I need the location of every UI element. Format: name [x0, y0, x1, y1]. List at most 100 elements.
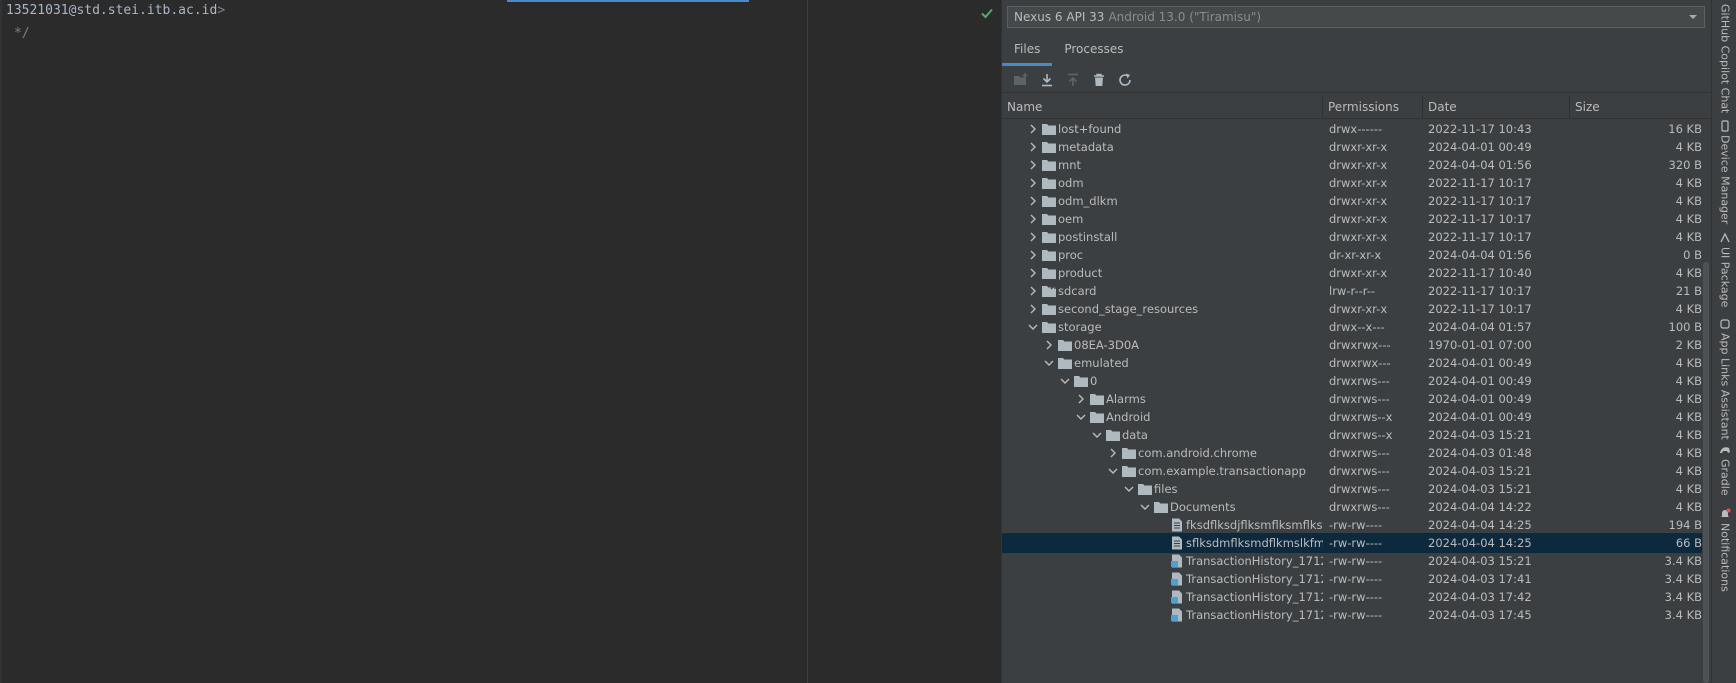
chevron-down-icon[interactable]: [1060, 375, 1070, 387]
code-line-email[interactable]: 13521031@std.stei.itb.ac.id>: [6, 3, 225, 18]
file-name: sdcard: [1058, 284, 1097, 298]
file-row[interactable]: odm_dlkm drwxr-xr-x 2022-11-17 10:17 4 KB: [1002, 191, 1702, 211]
strip-label: Device Manager: [1718, 135, 1732, 225]
download-icon: [1042, 74, 1052, 87]
file-row[interactable]: lost+found drwx------ 2022-11-17 10:43 16 K…: [1002, 119, 1702, 139]
column-header-permissions[interactable]: Permissions: [1323, 96, 1423, 118]
delete-icon: [1094, 73, 1104, 86]
chevron-right-icon[interactable]: [1076, 393, 1086, 405]
chevron-right-icon[interactable]: [1028, 159, 1038, 171]
file-row[interactable]: com.android.chrome drwxrws--- 2024-04-03 0…: [1002, 443, 1702, 463]
device-selector-dropdown[interactable]: Nexus 6 API 33 Android 13.0 ("Tiramisu"): [1007, 6, 1705, 28]
chevron-right-icon[interactable]: [1028, 195, 1038, 207]
file-row[interactable]: TransactionHistory_17121324 -rw-rw---- 202…: [1002, 551, 1702, 571]
column-header-date[interactable]: Date: [1423, 96, 1570, 118]
delete-button[interactable]: [1086, 69, 1112, 91]
file-date: 2024-04-01 00:49: [1428, 410, 1532, 424]
new-folder-button[interactable]: [1008, 69, 1034, 91]
chevron-right-icon[interactable]: [1028, 231, 1038, 243]
file-row[interactable]: 08EA-3D0A drwxrwx--- 1970-01-01 07:00 2 KB: [1002, 335, 1702, 355]
file-permissions: lrw-r--r--: [1329, 284, 1376, 298]
tab-files[interactable]: Files: [1002, 36, 1053, 66]
tab-processes[interactable]: Processes: [1052, 36, 1135, 66]
file-row[interactable]: emulated drwxrwx--- 2024-04-01 00:49 4 KB: [1002, 353, 1702, 373]
file-row[interactable]: Alarms drwxrws--- 2024-04-01 00:49 4 KB: [1002, 389, 1702, 409]
file-row[interactable]: second_stage_resources drwxr-xr-x 2022-11-…: [1002, 299, 1702, 319]
file-size: 4 KB: [1675, 392, 1702, 406]
file-size: 66 B: [1675, 536, 1702, 550]
refresh-button[interactable]: [1112, 69, 1138, 91]
file-row[interactable]: mnt drwxr-xr-x 2024-04-04 01:56 320 B: [1002, 155, 1702, 175]
file-size: 4 KB: [1675, 446, 1702, 460]
app-links-assistant-tab[interactable]: App Links Assistant: [1716, 318, 1734, 440]
notifications-tab[interactable]: Notifications: [1716, 508, 1734, 592]
chevron-right-icon[interactable]: [1028, 303, 1038, 315]
chevron-down-icon[interactable]: [1092, 429, 1102, 441]
column-header-name[interactable]: Name: [1002, 96, 1323, 118]
chevron-right-icon[interactable]: [1028, 141, 1038, 153]
file-name: second_stage_resources: [1058, 302, 1199, 316]
file-row[interactable]: TransactionHistory_17121411 -rw-rw---- 202…: [1002, 605, 1702, 625]
file-name: sflksdmflksmdflkmslkfmlksd: [1186, 536, 1323, 550]
chevron-right-icon[interactable]: [1028, 123, 1038, 135]
file-row[interactable]: product drwxr-xr-x 2022-11-17 10:40 4 KB: [1002, 263, 1702, 283]
file-permissions: drwxrws---: [1329, 482, 1390, 496]
chevron-right-icon[interactable]: [1108, 447, 1118, 459]
file-row[interactable]: metadata drwxr-xr-x 2024-04-01 00:49 4 KB: [1002, 137, 1702, 157]
gradle-tab[interactable]: Gradle: [1716, 444, 1734, 496]
chevron-down-icon[interactable]: [1108, 465, 1118, 477]
chevron-right-icon[interactable]: [1028, 285, 1038, 297]
file-date: 2024-04-03 17:42: [1428, 590, 1532, 604]
checkmark-icon[interactable]: [979, 5, 995, 21]
chevron-down-icon[interactable]: [1140, 501, 1150, 513]
file-row[interactable]: odm drwxr-xr-x 2022-11-17 10:17 4 KB: [1002, 173, 1702, 193]
chevron-right-icon[interactable]: [1028, 177, 1038, 189]
file-name: postinstall: [1058, 230, 1118, 244]
code-bracket: >: [217, 3, 226, 18]
folder-icon: [1122, 448, 1136, 459]
file-row[interactable]: files drwxrws--- 2024-04-03 15:21 4 KB: [1002, 479, 1702, 499]
chevron-down-icon[interactable]: [1028, 321, 1038, 333]
chevron-right-icon[interactable]: [1028, 213, 1038, 225]
file-size: 194 B: [1668, 518, 1703, 532]
file-row[interactable]: sdcard lrw-r--r-- 2022-11-17 10:17 21 B: [1002, 281, 1702, 301]
file-row[interactable]: com.example.transactionapp drwxrws--- 2024…: [1002, 461, 1702, 481]
chevron-right-icon[interactable]: [1028, 249, 1038, 261]
chevron-right-icon[interactable]: [1044, 339, 1054, 351]
file-row[interactable]: sflksdmflksmdflkmslkfmlksd -rw-rw---- 2024…: [1002, 533, 1702, 553]
file-size: 0 B: [1683, 248, 1702, 262]
file-row[interactable]: fksdflksdjflksmflksmflksmflk -rw-rw---- 20…: [1002, 515, 1702, 535]
folder-icon: [1042, 322, 1056, 333]
file-permissions: -rw-rw----: [1329, 572, 1383, 586]
folder-icon: [1090, 412, 1104, 423]
file-size: 4 KB: [1675, 302, 1702, 316]
editor-tab-indicator: [507, 0, 749, 2]
chevron-down-icon[interactable]: [1124, 483, 1134, 495]
file-row[interactable]: oem drwxr-xr-x 2022-11-17 10:17 4 KB: [1002, 209, 1702, 229]
vertical-scrollbar[interactable]: [1703, 262, 1709, 683]
code-line-comment-end[interactable]: */: [14, 26, 30, 41]
file-row[interactable]: postinstall drwxr-xr-x 2022-11-17 10:17 4 K…: [1002, 227, 1702, 247]
code-editor[interactable]: 13521031@std.stei.itb.ac.id> */: [0, 0, 1000, 683]
file-row[interactable]: proc dr-xr-xr-x 2024-04-04 01:56 0 B: [1002, 245, 1702, 265]
file-permissions: drwxrwx---: [1329, 338, 1391, 352]
column-header-size[interactable]: Size: [1570, 96, 1712, 118]
file-row[interactable]: storage drwx--x--- 2024-04-04 01:57 100 B: [1002, 317, 1702, 337]
file-row[interactable]: Documents drwxrws--- 2024-04-04 14:22 4 KB: [1002, 497, 1702, 517]
file-row[interactable]: Android drwxrws--x 2024-04-01 00:49 4 KB: [1002, 407, 1702, 427]
upload-button[interactable]: [1060, 69, 1086, 91]
file-date: 2022-11-17 10:17: [1428, 284, 1532, 298]
file-row[interactable]: 0 drwxrws--- 2024-04-01 00:49 4 KB: [1002, 371, 1702, 391]
device-manager-tab[interactable]: Device Manager: [1716, 120, 1734, 224]
chevron-down-icon[interactable]: [1076, 411, 1086, 423]
file-row[interactable]: TransactionHistory_17121408 -rw-rw---- 202…: [1002, 569, 1702, 589]
upload-icon: [1068, 73, 1078, 86]
chevron-right-icon[interactable]: [1028, 267, 1038, 279]
chevron-down-icon[interactable]: [1044, 357, 1054, 369]
file-row[interactable]: TransactionHistory_17121409 -rw-rw---- 202…: [1002, 587, 1702, 607]
file-row[interactable]: data drwxrws--x 2024-04-03 15:21 4 KB: [1002, 425, 1702, 445]
folder-icon: [1042, 232, 1056, 243]
github-copilot-chat-tab[interactable]: GitHub Copilot Chat: [1716, 4, 1734, 113]
save-as-button[interactable]: [1034, 69, 1060, 91]
ui-package-tab[interactable]: UI Package: [1716, 232, 1734, 307]
